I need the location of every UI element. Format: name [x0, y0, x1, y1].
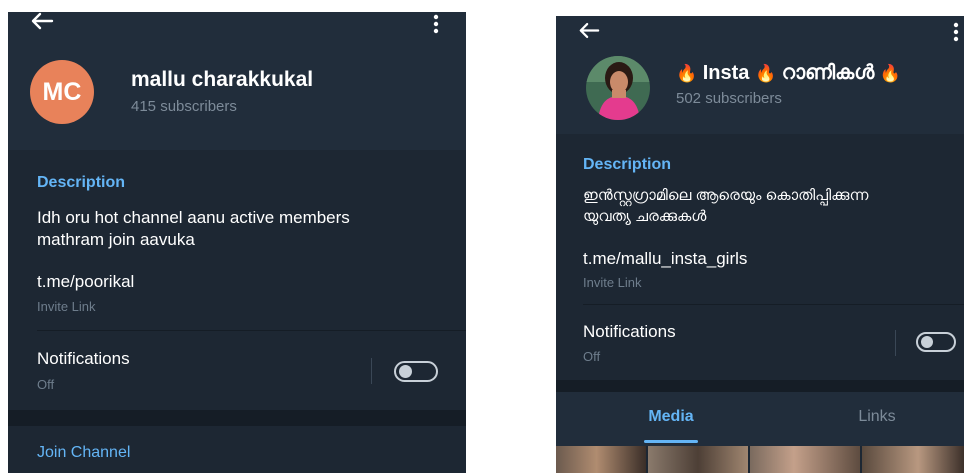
channel-title-word-2: റാണികൾ — [781, 62, 875, 84]
channel-avatar-photo — [586, 56, 650, 120]
notifications-status: Off — [37, 377, 55, 392]
description-line-1: Idh oru hot channel aanu active members — [37, 208, 350, 227]
back-arrow-icon[interactable] — [578, 22, 600, 39]
back-arrow-icon[interactable] — [30, 12, 54, 30]
join-channel-button[interactable]: Join Channel — [37, 444, 130, 462]
fire-icon: 🔥 — [676, 64, 698, 83]
channel-title: mallu charakkukal — [131, 68, 314, 91]
media-thumbnail[interactable] — [862, 446, 964, 473]
channel-title: 🔥 Insta 🔥 റാണികൾ 🔥 — [676, 62, 901, 85]
invite-link-hint: Invite Link — [37, 299, 96, 314]
notifications-label: Notifications — [583, 322, 676, 341]
fire-icon: 🔥 — [879, 64, 902, 83]
toggle-separator — [895, 330, 896, 356]
invite-link[interactable]: t.me/mallu_insta_girls — [583, 249, 747, 269]
description-heading: Description — [37, 174, 126, 191]
subscriber-count: 415 subscribers — [131, 98, 237, 115]
media-thumbnail[interactable] — [556, 446, 646, 473]
fire-icon: 🔥 — [754, 64, 777, 83]
notifications-toggle[interactable] — [916, 332, 956, 352]
toggle-knob — [399, 365, 412, 378]
media-thumbnail[interactable] — [648, 446, 748, 473]
description-line-2: mathram join aavuka — [37, 230, 195, 249]
subscriber-count: 502 subscribers — [676, 90, 782, 107]
channel-header: MC mallu charakkukal 415 subscribers — [8, 12, 466, 150]
media-thumbnail[interactable] — [750, 446, 860, 473]
notifications-label: Notifications — [37, 349, 130, 368]
more-options-icon[interactable] — [432, 14, 440, 34]
tab-media[interactable]: Media — [616, 408, 726, 426]
section-gap — [556, 380, 964, 392]
toggle-separator — [371, 358, 372, 384]
channel-title-word-1: Insta — [702, 62, 750, 84]
section-gap — [8, 410, 466, 426]
more-options-icon[interactable] — [952, 22, 960, 42]
tab-links[interactable]: Links — [822, 408, 932, 426]
description-line-2: യുവത്യ ചരക്കുകൾ — [583, 208, 707, 225]
channel-avatar: MC — [30, 60, 94, 124]
avatar-initials: MC — [42, 77, 82, 106]
notifications-toggle[interactable] — [394, 361, 438, 382]
description-heading: Description — [583, 156, 672, 173]
divider — [37, 330, 466, 331]
media-tabs: Media Links — [556, 392, 964, 446]
channel-info-screen-left: MC mallu charakkukal 415 subscribers Des… — [8, 12, 466, 473]
invite-link-hint: Invite Link — [583, 275, 642, 290]
active-tab-indicator — [644, 440, 698, 443]
notifications-status: Off — [583, 349, 601, 364]
channel-info-screen-right: 🔥 Insta 🔥 റാണികൾ 🔥 502 subscribers Descr… — [556, 16, 964, 473]
divider — [583, 304, 964, 305]
toggle-knob — [921, 336, 933, 348]
invite-link[interactable]: t.me/poorikal — [37, 272, 134, 292]
channel-header: 🔥 Insta 🔥 റാണികൾ 🔥 502 subscribers — [556, 16, 964, 134]
description-line-1: ഇൻസ്റ്റഗ്രാമിലെ ആരെയും കൊതിപ്പിക്കുന്ന — [583, 187, 869, 204]
